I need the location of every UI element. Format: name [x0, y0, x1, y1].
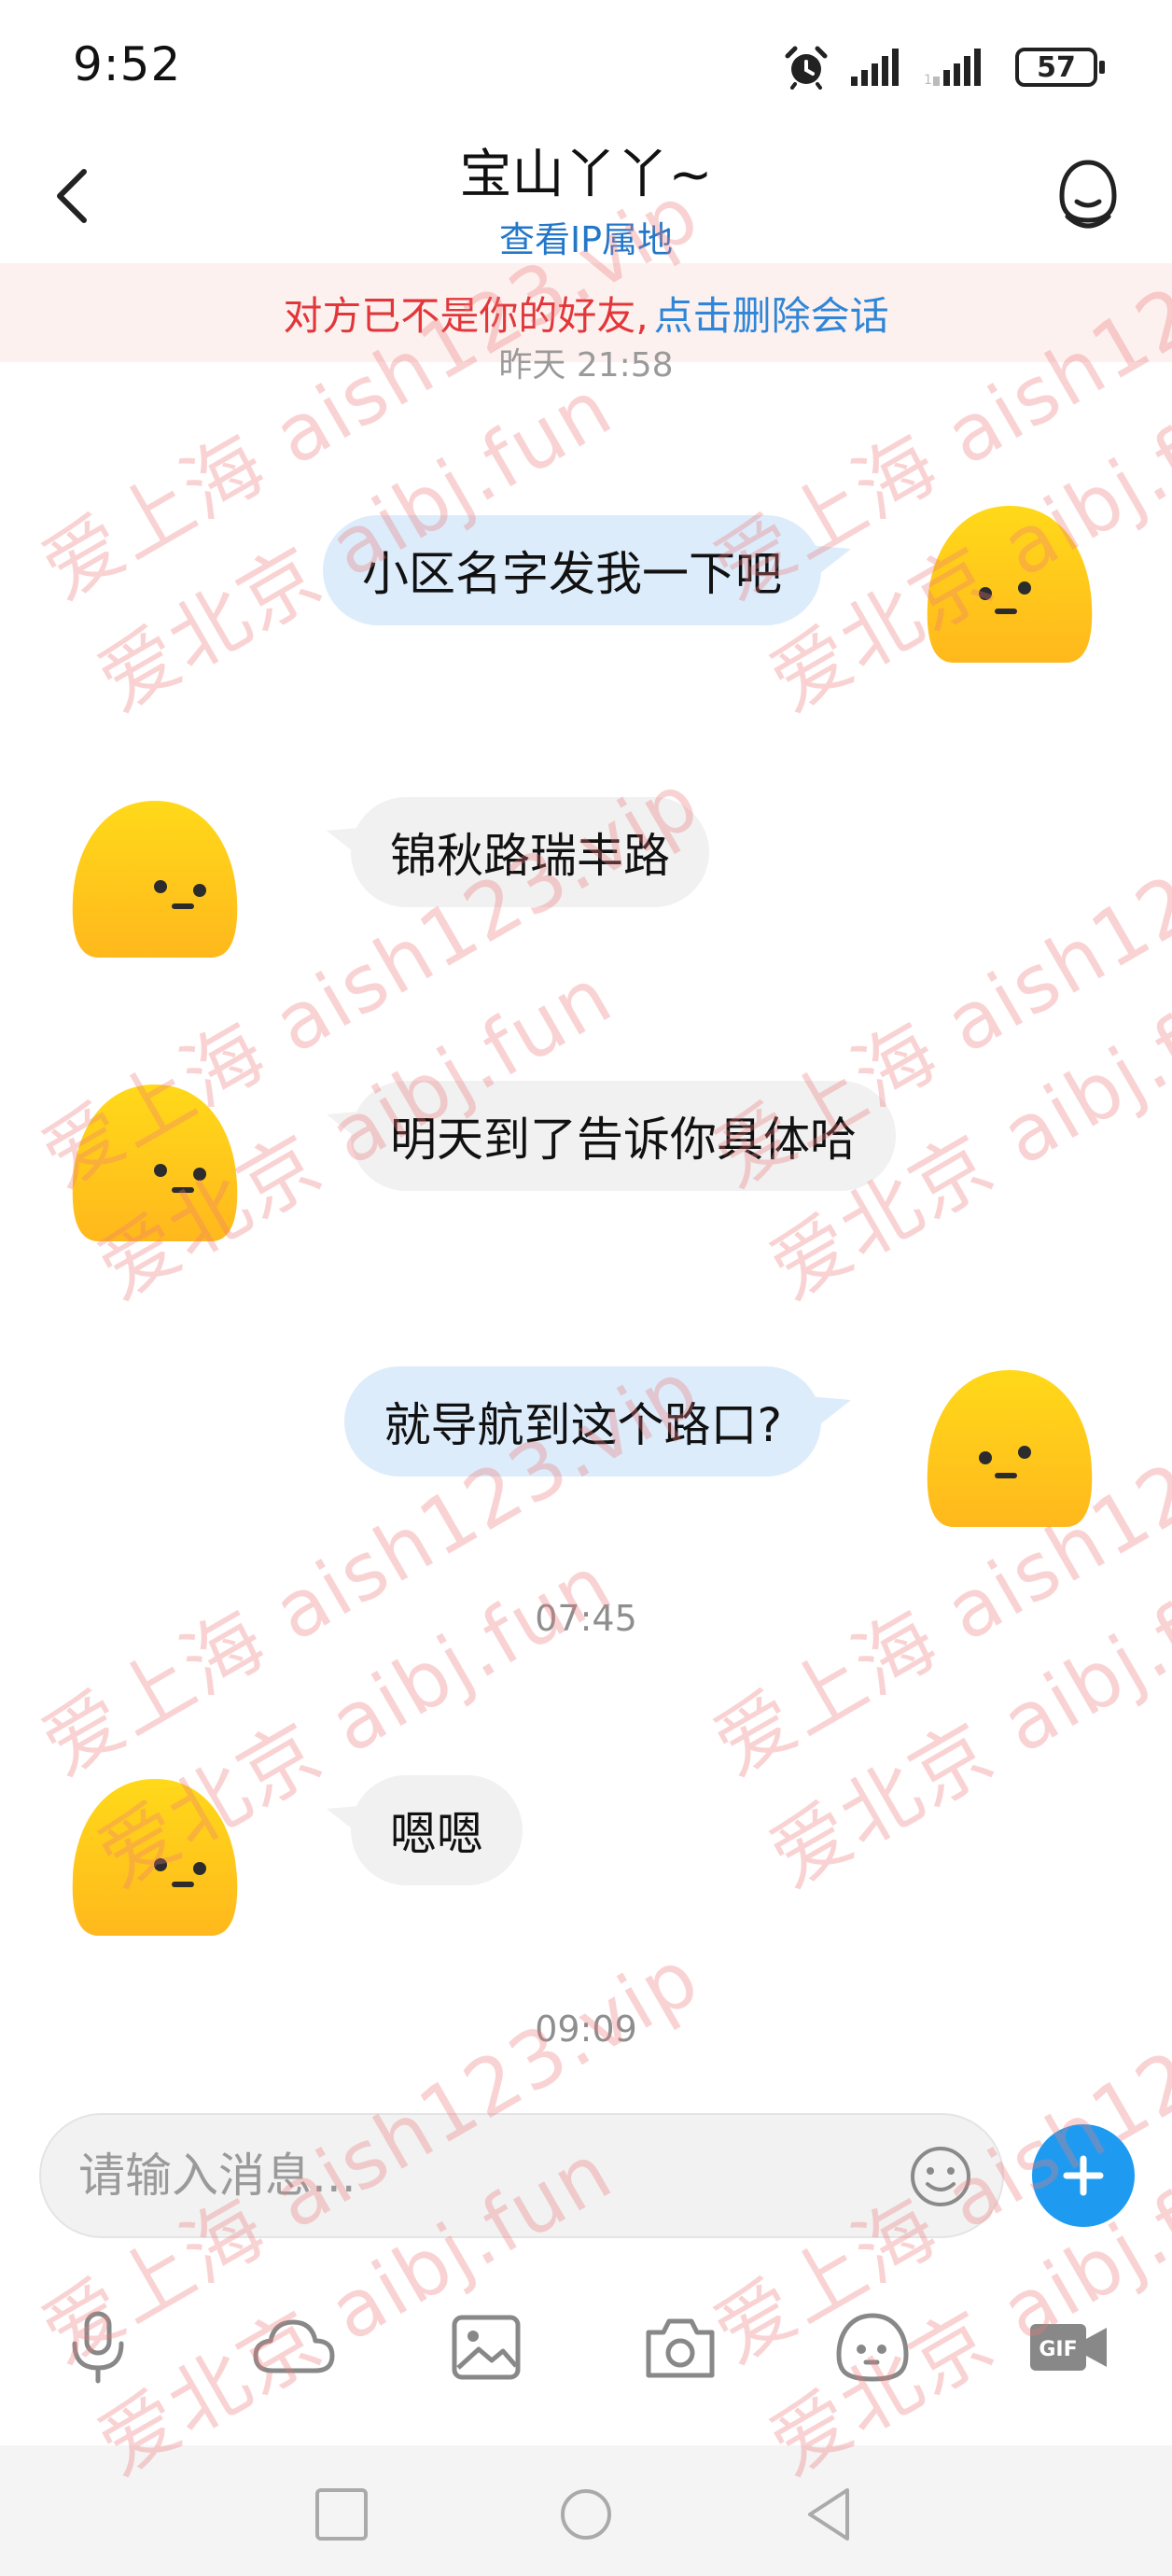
delete-conversation-link[interactable]: 点击删除会话 [654, 285, 889, 342]
message-bubble[interactable]: 嗯嗯 [351, 1775, 523, 1885]
battery-level: 57 [1037, 50, 1076, 84]
sticker-icon [836, 2313, 909, 2382]
message-row: 明天到了告诉你具体哈 [0, 1070, 1172, 1247]
message-input[interactable] [78, 2115, 900, 2236]
message-row: 锦秋路瑞丰路 [0, 786, 1172, 963]
cloud-icon [253, 2319, 335, 2373]
status-icons: 1 57 [784, 41, 1105, 93]
signal-icon-2: 1 [924, 49, 981, 88]
back-nav-icon[interactable] [793, 2477, 868, 2552]
camera-icon [646, 2318, 715, 2378]
mic-icon [72, 2311, 124, 2384]
image-icon [452, 2315, 521, 2380]
home-icon[interactable] [549, 2477, 623, 2552]
gif-icon: GIF [1030, 2324, 1107, 2371]
image-button[interactable] [435, 2296, 537, 2399]
contact-name: 宝山丫丫~ [459, 145, 713, 205]
bubble-tail [808, 545, 851, 582]
gif-button[interactable]: GIF [1017, 2296, 1120, 2399]
camera-button[interactable] [629, 2296, 732, 2399]
message-text: 小区名字发我一下吧 [362, 547, 782, 601]
plus-icon [1063, 2155, 1104, 2196]
recent-apps-icon[interactable] [304, 2477, 379, 2552]
cloud-button[interactable] [243, 2296, 345, 2399]
message-input-container [39, 2113, 1004, 2238]
message-row: 嗯嗯 [0, 1764, 1172, 1941]
timestamp: 09:09 [535, 2009, 637, 2050]
message-bubble[interactable]: 就导航到这个路口? [344, 1366, 821, 1477]
avatar[interactable] [69, 799, 241, 959]
add-button[interactable] [1032, 2124, 1135, 2227]
message-bubble[interactable]: 明天到了告诉你具体哈 [351, 1081, 896, 1191]
chat-header: 宝山丫丫~ 查看IP属地 [0, 131, 1172, 261]
timestamp: 07:45 [535, 1598, 637, 1639]
avatar[interactable] [69, 1777, 241, 1938]
svg-text:1: 1 [924, 73, 932, 88]
system-navigation-bar [0, 2445, 1172, 2576]
bubble-tail [808, 1396, 851, 1434]
message-bubble[interactable]: 锦秋路瑞丰路 [351, 797, 709, 907]
emoji-icon[interactable] [907, 2143, 974, 2210]
voice-button[interactable] [47, 2296, 149, 2399]
status-time: 9:52 [73, 37, 182, 91]
signal-icon-1 [851, 49, 899, 86]
input-toolbar: GIF [0, 2296, 1172, 2408]
profile-icon[interactable] [1051, 155, 1125, 235]
avatar[interactable] [924, 1368, 1095, 1529]
sticker-button[interactable] [821, 2296, 924, 2399]
alarm-icon [785, 46, 828, 90]
status-bar: 9:52 1 57 [0, 0, 1172, 131]
avatar[interactable] [69, 1083, 241, 1243]
message-text: 锦秋路瑞丰路 [390, 829, 670, 883]
message-bubble[interactable]: 小区名字发我一下吧 [323, 515, 821, 625]
message-text: 就导航到这个路口? [384, 1398, 782, 1452]
battery-icon: 57 [1015, 48, 1105, 87]
avatar[interactable] [924, 504, 1095, 665]
view-ip-location-link[interactable]: 查看IP属地 [0, 211, 1172, 262]
message-row: 就导航到这个路口? [0, 1355, 1172, 1533]
not-friend-notice: 对方已不是你的好友, [283, 292, 649, 339]
input-row [0, 2109, 1172, 2240]
svg-text:GIF: GIF [1039, 2338, 1077, 2361]
timestamp-partial: 昨天 21:58 [498, 346, 674, 385]
message-text: 嗯嗯 [390, 1807, 483, 1861]
message-text: 明天到了告诉你具体哈 [390, 1113, 857, 1167]
message-row: 小区名字发我一下吧 [0, 504, 1172, 681]
